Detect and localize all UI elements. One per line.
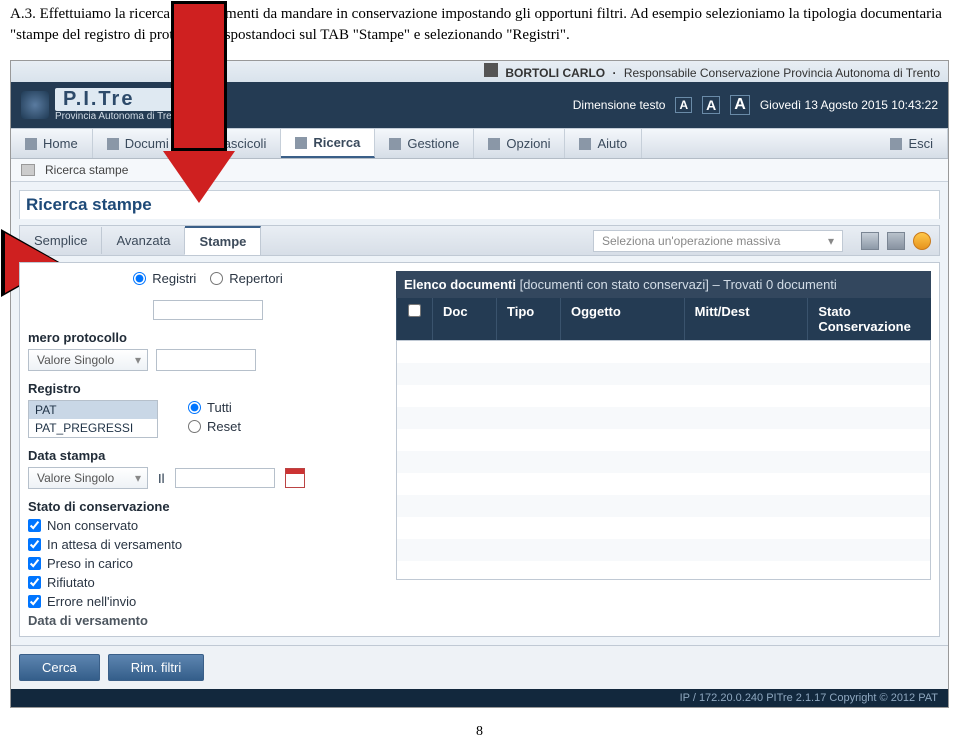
menu-aiuto[interactable]: Aiuto: [565, 129, 642, 158]
logo-subtitle: Provincia Autonoma di Trento: [55, 111, 186, 122]
panel-title: Ricerca stampe: [19, 190, 940, 219]
col-mittdest[interactable]: Mitt/Dest: [684, 298, 808, 340]
help-icon: [579, 138, 591, 150]
registro-opt-pat[interactable]: PAT: [29, 401, 157, 419]
radio-repertori[interactable]: Repertori: [210, 271, 282, 286]
logo-text: P.I.Tre: [55, 88, 186, 111]
user-role: Responsabile Conservazione Provincia Aut…: [624, 66, 940, 80]
results-panel: Elenco documenti [documenti con stato co…: [396, 271, 931, 628]
breadcrumb-bar: Ricerca stampe: [11, 159, 948, 182]
filter-panel: Registri Repertori mero protocollo Valor…: [28, 271, 388, 628]
numero-protocollo-label: mero protocollo: [28, 330, 388, 345]
font-size-large[interactable]: A: [730, 95, 750, 115]
font-size-med[interactable]: A: [702, 96, 720, 114]
registro-opt-pregressi[interactable]: PAT_PREGRESSI: [29, 419, 157, 437]
mass-operation-select[interactable]: Seleziona un'operazione massiva: [593, 230, 843, 252]
col-tipo[interactable]: Tipo: [496, 298, 560, 340]
data-stampa-group: Data stampa Valore Singolo Il: [28, 448, 388, 489]
menu-documenti[interactable]: Documi: [93, 129, 184, 158]
user-icon: [484, 63, 498, 77]
doc-icon: [107, 138, 119, 150]
numero-protocollo-input[interactable]: [156, 349, 256, 371]
stato-conservazione-group: Stato di conservazione Non conservato In…: [28, 499, 388, 628]
tipo-stampa-radios: Registri Repertori: [28, 271, 388, 320]
numero-protocollo-dropdown[interactable]: Valore Singolo: [28, 349, 148, 371]
exit-icon: [890, 138, 902, 150]
radio-tutti[interactable]: Tutti: [188, 400, 241, 415]
brand-bar: P.I.Tre Provincia Autonoma di Trento Dim…: [11, 82, 948, 128]
folder-icon: [198, 138, 210, 150]
clear-filters-button[interactable]: Rim. filtri: [108, 654, 205, 681]
chk-rifiutato[interactable]: Rifiutato: [28, 575, 388, 590]
col-checkbox[interactable]: [396, 298, 432, 340]
header-datetime: Giovedì 13 Agosto 2015 10:43:22: [760, 98, 938, 112]
data-stampa-label: Data stampa: [28, 448, 388, 463]
numero-protocollo-group: mero protocollo Valore Singolo: [28, 330, 388, 371]
save-icon[interactable]: [861, 232, 879, 250]
chk-in-attesa[interactable]: In attesa di versamento: [28, 537, 388, 552]
breadcrumb: Ricerca stampe: [45, 163, 128, 177]
col-oggetto[interactable]: Oggetto: [560, 298, 684, 340]
search-tabs: Semplice Avanzata Stampe Seleziona un'op…: [19, 225, 940, 256]
menu-gestione[interactable]: Gestione: [375, 129, 474, 158]
results-table-body: [396, 340, 931, 580]
page-number: 8: [0, 708, 959, 744]
instruction-paragraph: A.3. Effettuiamo la ricerca dei document…: [0, 0, 959, 60]
search-icon: [295, 137, 307, 149]
action-bar: Cerca Rim. filtri: [11, 645, 948, 689]
menu-esci[interactable]: Esci: [876, 129, 948, 158]
user-header: BORTOLI CARLO · Responsabile Conservazio…: [11, 61, 948, 82]
stato-conservazione-label: Stato di conservazione: [28, 499, 388, 514]
pencil-icon: [389, 138, 401, 150]
logo-emblem-icon: [21, 91, 49, 119]
radio-registri[interactable]: Registri: [133, 271, 196, 286]
tools-icon[interactable]: [887, 232, 905, 250]
page-icon: [21, 164, 35, 176]
menu-opzioni[interactable]: Opzioni: [474, 129, 565, 158]
tab-stampe[interactable]: Stampe: [185, 226, 261, 255]
data-stampa-input[interactable]: [175, 468, 275, 488]
data-stampa-dropdown[interactable]: Valore Singolo: [28, 467, 148, 489]
menu-fascicoli[interactable]: Fascicoli: [184, 129, 282, 158]
main-menu: Home Documi Fascicoli Ricerca Gestione O…: [11, 128, 948, 159]
registro-group: Registro PAT PAT_PREGRESSI Tutti Reset: [28, 381, 388, 438]
calendar-icon[interactable]: [285, 468, 305, 488]
font-size-small[interactable]: A: [675, 97, 692, 113]
font-size-label: Dimensione testo: [573, 98, 666, 112]
menu-home[interactable]: Home: [11, 129, 93, 158]
data-stampa-il-label: Il: [158, 471, 165, 486]
chk-errore-invio[interactable]: Errore nell'invio: [28, 594, 388, 609]
favorite-icon[interactable]: [913, 232, 931, 250]
radio-reset[interactable]: Reset: [188, 419, 241, 434]
registro-label: Registro: [28, 381, 388, 396]
col-doc[interactable]: Doc: [432, 298, 496, 340]
gear-icon: [488, 138, 500, 150]
col-stato[interactable]: Stato Conservazione: [807, 298, 931, 340]
results-header: Elenco documenti [documenti con stato co…: [396, 271, 931, 298]
chk-non-conservato[interactable]: Non conservato: [28, 518, 388, 533]
registro-listbox[interactable]: PAT PAT_PREGRESSI: [28, 400, 158, 438]
tipo-stampa-input[interactable]: [153, 300, 263, 320]
results-table-header: Doc Tipo Oggetto Mitt/Dest Stato Conserv…: [396, 298, 931, 340]
app-screenshot: BORTOLI CARLO · Responsabile Conservazio…: [10, 60, 949, 708]
chk-preso-in-carico[interactable]: Preso in carico: [28, 556, 388, 571]
tab-avanzata[interactable]: Avanzata: [102, 227, 185, 254]
search-button[interactable]: Cerca: [19, 654, 100, 681]
user-name: BORTOLI CARLO: [505, 66, 605, 80]
data-versamento-label-cut: Data di versamento: [28, 613, 388, 628]
menu-ricerca[interactable]: Ricerca: [281, 129, 375, 158]
home-icon: [25, 138, 37, 150]
app-footer: IP / 172.20.0.240 PITre 2.1.17 Copyright…: [11, 689, 948, 707]
